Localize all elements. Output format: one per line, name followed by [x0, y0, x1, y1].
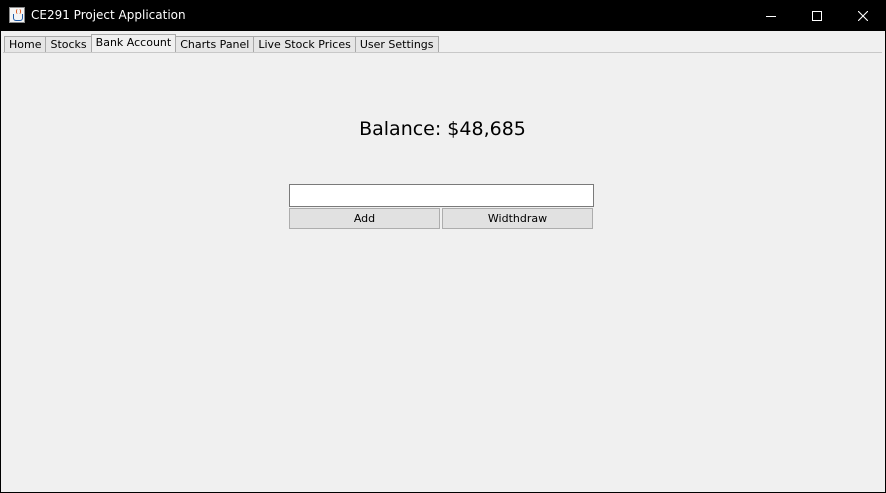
tab-stocks[interactable]: Stocks: [45, 36, 92, 53]
tab-strip: Home Stocks Bank Account Charts Panel Li…: [4, 34, 439, 53]
tab-live-stock-prices[interactable]: Live Stock Prices: [253, 36, 356, 53]
title-bar[interactable]: CE291 Project Application: [0, 0, 886, 31]
withdraw-button[interactable]: Widthdraw: [442, 208, 593, 229]
maximize-button[interactable]: [794, 0, 840, 31]
window-title: CE291 Project Application: [31, 8, 186, 22]
minimize-icon: [766, 15, 776, 17]
tab-bank-account[interactable]: Bank Account: [90, 34, 177, 53]
bank-account-panel: Balance: $48,685 Add Widthdraw: [3, 53, 882, 490]
java-app-icon: [9, 7, 25, 23]
amount-input[interactable]: [289, 184, 594, 207]
minimize-button[interactable]: [748, 0, 794, 31]
tab-charts-panel[interactable]: Charts Panel: [175, 36, 255, 53]
balance-label: Balance: $48,685: [359, 118, 526, 140]
client-area: Home Stocks Bank Account Charts Panel Li…: [1, 31, 885, 492]
tab-home[interactable]: Home: [4, 36, 47, 53]
maximize-icon: [812, 10, 822, 21]
close-icon: [858, 10, 868, 21]
close-button[interactable]: [840, 0, 886, 31]
add-button[interactable]: Add: [289, 208, 440, 229]
tab-user-settings[interactable]: User Settings: [354, 36, 439, 53]
application-window: CE291 Project Application Home Stocks Ba…: [0, 0, 886, 493]
